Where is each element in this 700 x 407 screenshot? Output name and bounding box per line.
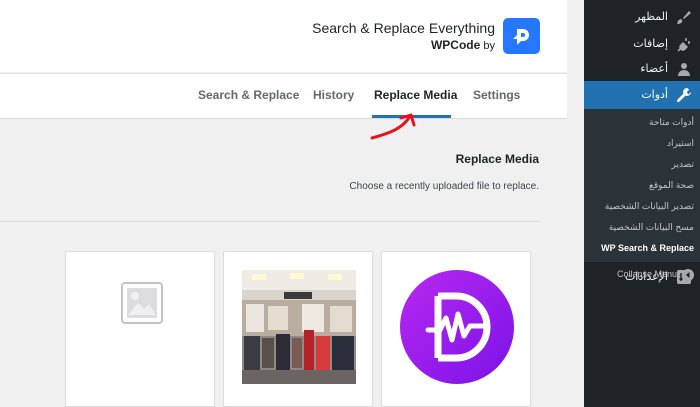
main-content: Search & Replace Everything WPCode by Se… — [0, 0, 567, 407]
media-card-photo[interactable] — [223, 251, 373, 407]
collapse-icon — [682, 269, 694, 281]
sidebar-item-label: إضافات — [633, 38, 668, 50]
sidebar-item-label: أعضاء — [640, 63, 668, 75]
red-arrow-annotation — [370, 113, 416, 140]
submenu-item-available-tools[interactable]: أدوات متاحة — [649, 117, 694, 128]
sidebar-item-users[interactable]: أعضاء — [584, 58, 700, 80]
sidebar-item-label: أدوات — [641, 89, 668, 101]
tab-search-replace[interactable]: Search & Replace — [198, 88, 299, 102]
section-divider — [0, 221, 540, 222]
submenu-item-export-personal-data[interactable]: تصدير البيانات الشخصية — [605, 201, 694, 212]
section-description: Choose a recently uploaded file to repla… — [349, 181, 539, 192]
submenu-item-wp-search-replace[interactable]: WP Search & Replace — [601, 243, 694, 253]
submenu-item-import[interactable]: استيراد — [667, 138, 694, 149]
active-menu-notch — [577, 88, 584, 102]
plugin-header: Search & Replace Everything WPCode by — [0, 0, 567, 72]
collapse-menu-button[interactable]: Collapse Menu — [584, 266, 700, 286]
tab-replace-media[interactable]: Replace Media — [374, 88, 457, 102]
submenu-item-export[interactable]: تصدير — [671, 159, 694, 170]
collapse-menu-label: Collapse Menu — [616, 269, 677, 279]
plugin-icon — [677, 38, 690, 52]
sidebar-item-plugins[interactable]: إضافات — [584, 33, 700, 55]
submenu-item-site-health[interactable]: صحة الموقع — [649, 180, 694, 191]
tab-settings[interactable]: Settings — [473, 88, 520, 102]
sidebar-item-tools[interactable]: أدوات — [577, 81, 700, 109]
plugin-brand: WPCode — [430, 38, 481, 52]
users-icon — [678, 63, 690, 76]
clothing-store-photo — [242, 270, 356, 384]
wpcode-logo-icon — [503, 18, 540, 54]
plugin-byline: WPCode by — [431, 38, 495, 52]
divi-logo-icon — [400, 270, 514, 384]
sidebar-item-label: المظهر — [635, 11, 668, 23]
image-placeholder-icon — [121, 282, 163, 324]
tab-bar: Search & Replace History Replace Media S… — [0, 73, 567, 119]
sidebar-item-appearance[interactable]: المظهر — [584, 6, 700, 28]
submenu-item-erase-personal-data[interactable]: مسح البيانات الشخصية — [609, 222, 694, 233]
media-card-placeholder[interactable] — [65, 251, 215, 407]
plugin-by-prefix: by — [483, 40, 495, 52]
plugin-title: Search & Replace Everything — [312, 20, 495, 36]
tab-history[interactable]: History — [313, 88, 354, 102]
wrench-icon — [676, 88, 691, 103]
section-title: Replace Media — [455, 152, 539, 166]
media-card-logo[interactable] — [381, 251, 531, 407]
paintbrush-icon — [677, 11, 691, 24]
tools-submenu: أدوات متاحة استيراد تصدير صحة الموقع تصد… — [584, 109, 700, 262]
